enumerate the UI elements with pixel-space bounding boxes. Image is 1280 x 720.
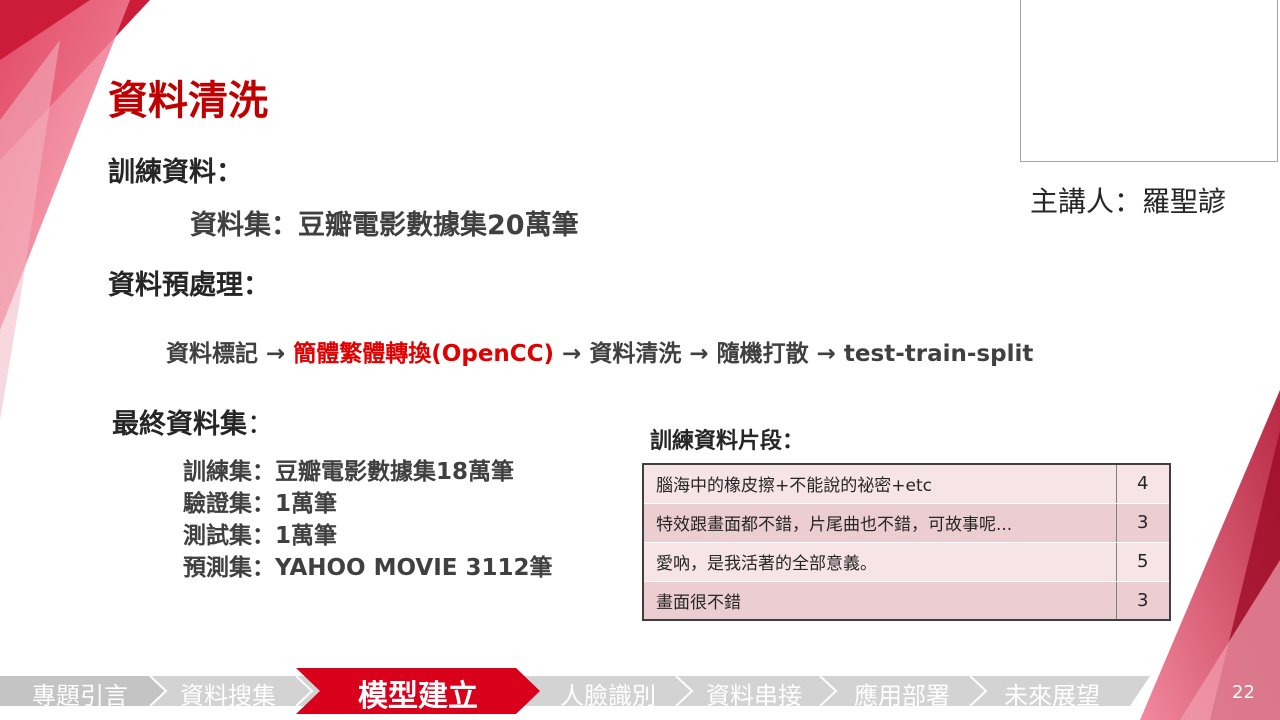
final-dataset-heading-colon: ： (247, 409, 274, 440)
final-dataset-item: 驗證集：1萬筆 (183, 491, 338, 517)
final-dataset-heading: 最終資料集： (112, 402, 274, 441)
table-row: 腦海中的橡皮擦+不能說的祕密+etc 4 (643, 464, 1170, 504)
nav-item-model-building[interactable]: 模型建立 (358, 671, 478, 715)
sample-data-heading: 訓練資料片段： (650, 429, 805, 454)
nav-item-data-integration[interactable]: 資料串接 (706, 676, 802, 711)
nav-item-future[interactable]: 未來展望 (1004, 676, 1100, 711)
final-dataset-item: 預測集：YAHOO MOVIE 3112筆 (183, 555, 553, 581)
preprocess-pipeline: 資料標記 → 簡體繁體轉換(OpenCC) → 資料清洗 → 隨機打散 → te… (166, 334, 1033, 368)
final-dataset-item: 訓練集：豆瓣電影數據集18萬筆 (183, 459, 515, 485)
pipeline-highlight-step: 簡體繁體轉換(OpenCC) (293, 341, 555, 367)
slide-title: 資料清洗 (108, 78, 268, 124)
speaker-name: 主講人：羅聖諺 (1030, 185, 1227, 218)
table-row: 畫面很不錯 3 (643, 581, 1170, 621)
nav-item-deployment[interactable]: 應用部署 (854, 676, 950, 711)
training-data-heading: 訓練資料： (108, 157, 243, 188)
page-number: 22 (1232, 682, 1255, 703)
nav-item-intro[interactable]: 專題引言 (32, 676, 128, 711)
final-dataset-heading-text: 最終資料集 (112, 409, 247, 440)
score-cell: 4 (1116, 464, 1170, 504)
score-cell: 5 (1116, 542, 1170, 582)
review-text-cell: 腦海中的橡皮擦+不能說的祕密+etc (643, 464, 1117, 504)
score-cell: 3 (1116, 503, 1170, 543)
training-dataset-text: 資料集：豆瓣電影數據集20萬筆 (190, 210, 579, 241)
nav-item-data-collection[interactable]: 資料搜集 (180, 676, 276, 711)
pipeline-step-label: 資料標記 → (166, 341, 294, 367)
preprocess-heading: 資料預處理： (108, 270, 270, 301)
review-text-cell: 愛吶，是我活著的全部意義。 (643, 542, 1117, 582)
score-cell: 3 (1116, 581, 1170, 621)
review-text-cell: 特效跟畫面都不錯，片尾曲也不錯，可故事呢... (643, 503, 1117, 543)
speaker-photo-frame (1020, 0, 1278, 162)
nav-item-face-recognition[interactable]: 人臉識別 (560, 676, 656, 711)
final-dataset-item: 測試集：1萬筆 (183, 523, 338, 549)
table-row: 特效跟畫面都不錯，片尾曲也不錯，可故事呢... 3 (643, 503, 1170, 543)
review-text-cell: 畫面很不錯 (643, 581, 1117, 621)
table-row: 愛吶，是我活著的全部意義。 5 (643, 542, 1170, 582)
pipeline-rest-steps: → 資料清洗 → 隨機打散 → test-train-split (554, 341, 1034, 367)
sample-data-table: 腦海中的橡皮擦+不能說的祕密+etc 4 特效跟畫面都不錯，片尾曲也不錯，可故事… (642, 463, 1171, 621)
